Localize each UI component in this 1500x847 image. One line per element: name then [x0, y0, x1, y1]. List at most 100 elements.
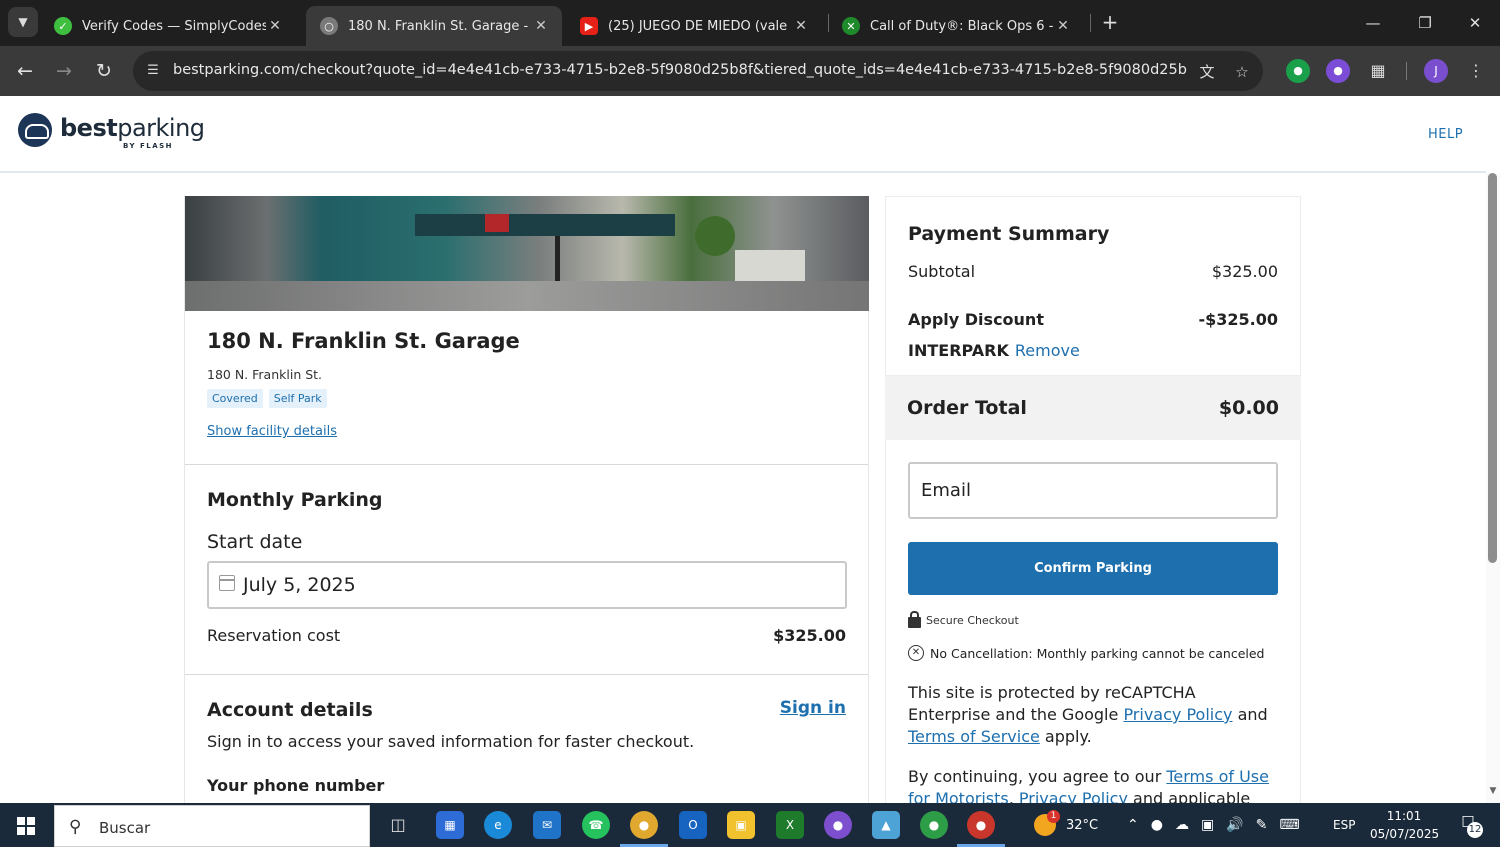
minimize-icon: —: [1365, 14, 1381, 32]
logo-subtitle: BY FLASH: [123, 142, 174, 150]
tab-search-button[interactable]: ▼: [8, 7, 38, 37]
reservation-cost-label: Reservation cost: [207, 626, 341, 645]
notifications-button[interactable]: □ 12: [1455, 813, 1483, 838]
facility-badges: Covered Self Park: [207, 389, 327, 408]
simplycodes-icon: ✓: [54, 17, 72, 35]
system-tray: ⌃ ● ☁ ▣ 🔊 ✎ ⌨: [1127, 803, 1300, 847]
outlook-icon[interactable]: O: [679, 811, 707, 839]
pen-icon[interactable]: ✎: [1256, 817, 1268, 833]
system-clock[interactable]: 11:01 05/07/2025: [1370, 807, 1440, 843]
site-info-icon[interactable]: ☰: [143, 61, 163, 81]
facility-name: 180 N. Franklin St. Garage: [207, 329, 520, 353]
xbox-icon: ✕: [842, 17, 860, 35]
close-icon[interactable]: ✕: [792, 18, 810, 34]
taskbar-search[interactable]: ⚲ Buscar: [54, 805, 370, 847]
scroll-down-icon[interactable]: ▼: [1487, 786, 1499, 798]
close-icon[interactable]: ✕: [532, 18, 550, 34]
extension-green-icon[interactable]: ●: [1286, 59, 1310, 83]
sign-in-link[interactable]: Sign in: [780, 698, 846, 718]
tab-bestparking[interactable]: ○ 180 N. Franklin St. Garage - Buy ✕: [306, 6, 562, 46]
taskbar-search-text: Buscar: [99, 819, 151, 837]
photo-shape: [415, 214, 675, 236]
reservation-cost-value: $325.00: [773, 626, 846, 645]
bestparking-logo[interactable]: bestparking: [60, 114, 205, 142]
minimize-button[interactable]: —: [1350, 8, 1396, 38]
xbox-app-icon[interactable]: X: [776, 811, 804, 839]
bookmark-star-icon[interactable]: ☆: [1231, 61, 1253, 83]
volume-icon[interactable]: 🔊: [1226, 817, 1243, 833]
email-field[interactable]: Email: [908, 462, 1278, 519]
google-privacy-link[interactable]: Privacy Policy: [1123, 705, 1232, 724]
language-indicator[interactable]: ESP: [1333, 803, 1355, 847]
edge-icon[interactable]: e: [484, 811, 512, 839]
start-date-label: Start date: [207, 531, 303, 553]
tab-xbox[interactable]: ✕ Call of Duty®: Black Ops 6 - Lo ✕: [828, 6, 1084, 46]
back-button[interactable]: ←: [11, 57, 39, 85]
close-icon[interactable]: ✕: [1054, 18, 1072, 34]
copilot-icon[interactable]: ●: [824, 811, 852, 839]
show-facility-details-link[interactable]: Show facility details: [207, 424, 337, 439]
mail-icon[interactable]: ✉: [533, 811, 561, 839]
start-date-input[interactable]: July 5, 2025: [207, 561, 847, 609]
recaptcha-text: and: [1232, 705, 1268, 724]
browser-tab-bar: ▼ ✓ Verify Codes — SimplyCodes ✕ ○ 180 N…: [0, 0, 1500, 46]
keyboard-icon[interactable]: ⌨: [1279, 817, 1299, 833]
url-text[interactable]: bestparking.com/checkout?quote_id=4e4e41…: [173, 62, 1188, 78]
reload-icon: ↻: [96, 60, 112, 82]
google-terms-link[interactable]: Terms of Service: [908, 727, 1040, 746]
cloud-icon[interactable]: ☁: [1175, 817, 1189, 833]
browser-menu-icon[interactable]: ⋮: [1464, 59, 1488, 83]
site-header: bestparking BY FLASH HELP: [0, 96, 1486, 173]
logo-bold-text: best: [60, 114, 118, 142]
globe-icon: ○: [320, 17, 338, 35]
order-total-box: Order Total $0.00: [885, 376, 1301, 440]
scrollbar-thumb[interactable]: [1488, 173, 1497, 563]
close-icon[interactable]: ✕: [266, 18, 284, 34]
facility-info: 180 N. Franklin St. Garage 180 N. Frankl…: [185, 311, 868, 465]
badge-covered: Covered: [207, 389, 263, 408]
recaptcha-notice: This site is protected by reCAPTCHA Ente…: [908, 682, 1278, 748]
close-window-button[interactable]: ✕: [1452, 8, 1498, 38]
forward-button[interactable]: →: [50, 57, 78, 85]
bestparking-logo-icon[interactable]: [18, 113, 52, 147]
app-icon[interactable]: ▲: [872, 811, 900, 839]
discount-label: Apply Discount: [908, 310, 1044, 329]
clock-date: 05/07/2025: [1370, 827, 1440, 841]
restore-button[interactable]: ❐: [1402, 8, 1448, 38]
chevron-up-icon[interactable]: ⌃: [1127, 817, 1139, 833]
reload-button[interactable]: ↻: [90, 57, 118, 85]
privacy-policy-link[interactable]: Privacy Policy: [1019, 789, 1128, 803]
subtotal-label: Subtotal: [908, 262, 976, 281]
weather-temp: 32°C: [1066, 817, 1099, 833]
confirm-parking-button[interactable]: Confirm Parking: [908, 542, 1278, 595]
toolbar-separator: [1406, 62, 1407, 80]
subtotal-value: $325.00: [1211, 262, 1278, 281]
weather-badge: 1: [1047, 810, 1060, 823]
network-icon[interactable]: ▣: [1201, 817, 1214, 833]
store-icon[interactable]: ▦: [436, 811, 464, 839]
weather-widget[interactable]: 1 32°C: [1034, 803, 1098, 847]
meet-icon[interactable]: ●: [1151, 817, 1163, 833]
tab-youtube[interactable]: ▶ (25) JUEGO DE MIEDO (vale 26 ✕: [566, 6, 822, 46]
arrow-right-icon: →: [56, 60, 72, 82]
agreement-notice: By continuing, you agree to our Terms of…: [908, 766, 1278, 803]
new-tab-button[interactable]: +: [1098, 10, 1122, 34]
extension-purple-icon[interactable]: ●: [1326, 59, 1350, 83]
windows-start-icon[interactable]: [17, 817, 35, 835]
chrome-active-icon[interactable]: ●: [957, 811, 1005, 847]
sun-icon: 1: [1034, 810, 1060, 836]
chrome-profile-icon[interactable]: ●: [920, 811, 948, 839]
remove-discount-link[interactable]: Remove: [1015, 341, 1080, 360]
file-explorer-icon[interactable]: ▣: [727, 811, 755, 839]
address-bar[interactable]: ☰ bestparking.com/checkout?quote_id=4e4e…: [133, 51, 1263, 91]
youtube-icon: ▶: [580, 17, 598, 35]
profile-avatar[interactable]: J: [1424, 59, 1448, 83]
tab-simplycodes[interactable]: ✓ Verify Codes — SimplyCodes ✕: [40, 6, 296, 46]
chrome-icon[interactable]: ●: [620, 811, 668, 847]
whatsapp-icon[interactable]: ☎: [582, 811, 610, 839]
help-link[interactable]: HELP: [1428, 127, 1463, 142]
tab-title: Call of Duty®: Black Ops 6 - Lo: [870, 18, 1054, 34]
translate-icon[interactable]: 文: [1196, 61, 1218, 83]
extensions-puzzle-icon[interactable]: ▦: [1366, 59, 1390, 83]
task-view-icon[interactable]: ◫: [384, 811, 412, 839]
